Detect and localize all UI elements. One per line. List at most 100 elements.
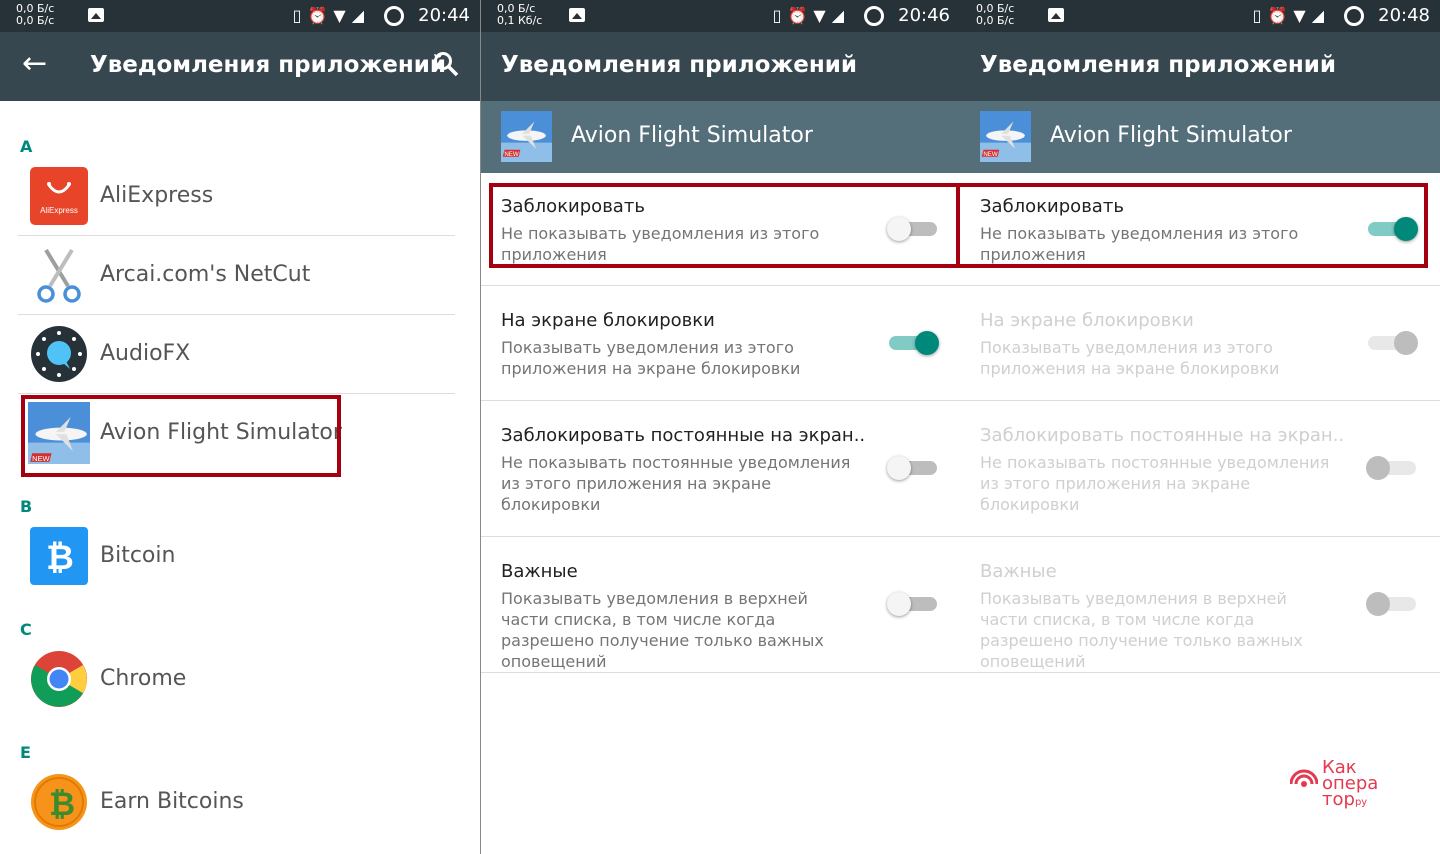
alarm-icon: ⏰ [307,6,334,25]
setting-block-persistent: Заблокировать постоянные на экран.. Не п… [960,401,1440,537]
setting-priority: Важные Показывать уведомления в верхней … [960,537,1440,673]
setting-lockscreen: На экране блокировки Показывать уведомле… [960,286,1440,401]
back-arrow-icon[interactable]: ← [22,46,47,81]
setting-lockscreen[interactable]: На экране блокировки Показывать уведомле… [481,286,960,401]
image-notification-icon [569,8,585,22]
search-icon[interactable] [432,50,460,78]
section-header-a: A [20,137,33,156]
app-name: Arcai.com's NetCut [100,262,311,287]
list-item[interactable]: AliExpress AliExpress [18,157,455,236]
airplane-app-icon: NEW [980,111,1031,162]
svg-text:₿: ₿ [49,785,75,823]
setting-title: Заблокировать постоянные на экран.. [980,425,1345,446]
clock: 20:44 [418,5,470,26]
image-notification-icon [1048,8,1064,22]
highlight-box [489,183,960,268]
status-bar: 0,0 Б/с 0,0 Б/с ▯⏰▼◢ 20:48 [960,0,1440,32]
aliexpress-icon: AliExpress [30,167,88,225]
signal-icon: ◢ [1311,6,1330,25]
setting-description: Показывать уведомления из этого приложен… [980,338,1280,378]
priority-switch [1366,592,1416,616]
alarm-icon: ⏰ [787,6,814,25]
notification-settings-screen-blocked: 0,0 Б/с 0,0 Б/с ▯⏰▼◢ 20:48 Уведомления пр… [960,0,1440,854]
svg-text:₿: ₿ [46,538,74,578]
airplane-app-icon: NEW [501,111,552,162]
alarm-icon: ⏰ [1267,6,1294,25]
setting-description: Не показывать постоянные уведомления из … [980,453,1330,514]
page-title: Уведомления приложений [980,52,1337,78]
earn-bitcoins-icon: ₿ [31,774,87,830]
list-item[interactable]: ₿ Earn Bitcoins [18,763,455,841]
setting-description: Показывать уведомления в верхней части с… [501,589,824,671]
setting-description: Показывать уведомления из этого приложен… [501,338,801,378]
section-header-b: B [20,497,33,516]
wifi-icon: ▼ [813,6,832,25]
app-name: Bitcoin [100,543,176,568]
app-list-screen: 0,0 Б/с 0,0 Б/с ▯⏰▼◢ 20:44 ← Уведомления … [0,0,480,854]
app-header-name: Avion Flight Simulator [1050,123,1292,148]
persistent-switch [1366,456,1416,480]
system-icons: ▯⏰▼◢ [293,6,370,25]
svg-text:AliExpress: AliExpress [40,206,78,215]
app-name: Earn Bitcoins [100,789,244,814]
priority-switch[interactable] [887,592,937,616]
page-title: Уведомления приложений [90,52,447,78]
watermark-text: Как опера торру [1322,757,1379,810]
app-name: AliExpress [100,183,214,208]
list-item[interactable]: ₿ Bitcoin [18,517,455,595]
page-title: Уведомления приложений [501,52,858,78]
setting-block-persistent[interactable]: Заблокировать постоянные на экран.. Не п… [481,401,960,537]
system-icons: ▯⏰▼◢ [773,6,850,25]
battery-icon [384,6,404,26]
image-notification-icon [88,8,104,22]
highlight-box [960,183,1428,268]
app-name: AudioFX [100,341,191,366]
setting-title: На экране блокировки [980,310,1194,331]
network-speed: 0,0 Б/с 0,1 Кб/с [497,2,543,27]
setting-title: Заблокировать постоянные на экран.. [501,425,866,446]
network-speed: 0,0 Б/с 0,0 Б/с [16,2,55,27]
section-header-c: C [20,620,32,639]
battery-icon [864,6,884,26]
setting-title: Важные [501,561,578,582]
setting-description: Показывать уведомления в верхней части с… [980,589,1303,671]
watermark-logo: Как опера торру [1290,757,1400,810]
app-bar: Уведомления приложений [481,32,960,101]
signal-icon: ◢ [831,6,850,25]
radio-wave-icon [1290,769,1318,787]
svg-text:NEW: NEW [983,151,998,158]
lockscreen-switch [1368,331,1418,355]
svg-text:NEW: NEW [504,151,519,158]
list-item[interactable]: AudioFX [18,315,455,394]
network-speed: 0,0 Б/с 0,0 Б/с [976,2,1015,27]
app-bar: ← Уведомления приложений [0,32,480,101]
audiofx-icon [31,326,87,382]
app-header: NEW Avion Flight Simulator [960,101,1440,173]
notification-settings-screen: 0,0 Б/с 0,1 Кб/с ▯⏰▼◢ 20:46 Уведомления п… [481,0,960,854]
setting-title: На экране блокировки [501,310,715,331]
persistent-switch[interactable] [887,456,937,480]
vibrate-icon: ▯ [772,6,788,25]
setting-description: Не показывать постоянные уведомления из … [501,453,851,514]
setting-priority[interactable]: Важные Показывать уведомления в верхней … [481,537,960,673]
wifi-icon: ▼ [1293,6,1312,25]
app-bar: Уведомления приложений [960,32,1440,101]
app-header-name: Avion Flight Simulator [571,123,813,148]
bitcoin-icon: ₿ [30,527,88,585]
app-name: Chrome [100,666,187,691]
status-bar: 0,0 Б/с 0,0 Б/с ▯⏰▼◢ 20:44 [0,0,480,32]
vibrate-icon: ▯ [292,6,308,25]
app-header: NEW Avion Flight Simulator [481,101,960,173]
lockscreen-switch[interactable] [889,331,939,355]
highlight-box [21,395,341,477]
battery-icon [1344,6,1364,26]
clock: 20:46 [898,5,950,26]
clock: 20:48 [1378,5,1430,26]
list-item[interactable]: Arcai.com's NetCut [18,236,455,315]
list-item[interactable]: Chrome [18,640,455,718]
section-header-e: E [20,743,31,762]
vibrate-icon: ▯ [1252,6,1268,25]
scissors-icon [37,248,81,303]
system-icons: ▯⏰▼◢ [1253,6,1330,25]
signal-icon: ◢ [351,6,370,25]
